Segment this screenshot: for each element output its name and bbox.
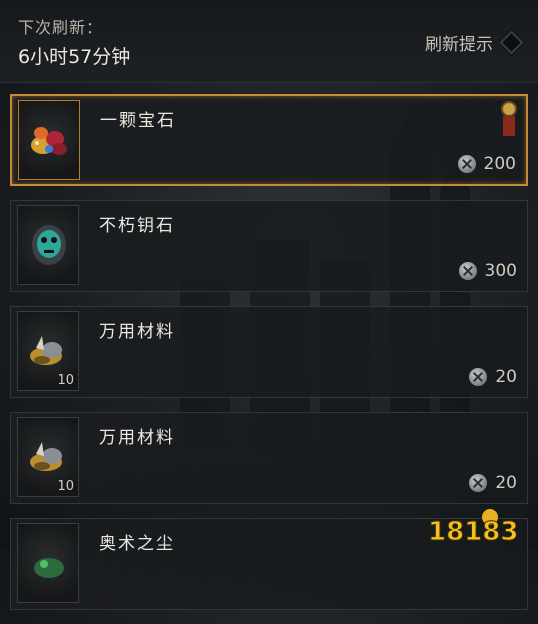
item-price: 300 [458, 261, 517, 281]
item-icon-frame [18, 100, 80, 180]
item-price: 20 [469, 473, 517, 493]
site-watermark-logo: 18183 [428, 509, 519, 547]
item-name: 万用材料 [99, 428, 175, 448]
currency-coin-icon [469, 368, 488, 386]
shop-item-material[interactable]: 10 万用材料 20 [10, 412, 528, 504]
item-price-value: 20 [495, 473, 517, 493]
item-icon-frame [17, 523, 79, 603]
item-icon-frame: 10 [17, 417, 79, 497]
item-price: 20 [469, 367, 517, 387]
item-icon-frame [17, 205, 79, 285]
item-price-value: 20 [495, 367, 517, 387]
shop-header: 下次刷新： 6小时57分钟 刷新提示 [0, 0, 538, 83]
checkbox-diamond-icon[interactable] [499, 30, 524, 55]
keystone-icon [32, 225, 66, 265]
bookmark-badge-icon [501, 101, 517, 136]
shop-item-material[interactable]: 10 万用材料 20 [10, 306, 528, 398]
currency-coin-icon [469, 474, 488, 492]
currency-coin-icon [458, 262, 477, 280]
refresh-countdown: 6小时57分钟 [18, 46, 131, 68]
item-quantity: 10 [57, 373, 74, 388]
item-name: 一颗宝石 [100, 111, 176, 131]
shop-item-gem[interactable]: 一颗宝石 200 [10, 94, 528, 186]
material-scrap-icon [30, 336, 62, 365]
gem-cluster-icon [31, 127, 67, 155]
arcane-dust-icon [34, 558, 64, 578]
svg-text:18183: 18183 [428, 517, 518, 547]
item-price: 200 [457, 154, 516, 174]
item-price-value: 200 [483, 154, 516, 174]
refresh-tip-label: 刷新提示 [425, 35, 493, 55]
item-name: 不朽钥石 [99, 216, 175, 236]
material-scrap-icon [30, 442, 62, 471]
refresh-tip-toggle[interactable]: 刷新提示 [425, 30, 524, 55]
item-icon-frame: 10 [17, 311, 79, 391]
item-name: 奥术之尘 [99, 534, 175, 554]
item-name: 万用材料 [99, 322, 175, 342]
item-price-value: 300 [484, 261, 517, 281]
refresh-label: 下次刷新： [18, 18, 104, 37]
shop-item-keystone[interactable]: 不朽钥石 300 [10, 200, 528, 292]
item-quantity: 10 [57, 479, 74, 494]
currency-coin-icon [457, 155, 476, 173]
